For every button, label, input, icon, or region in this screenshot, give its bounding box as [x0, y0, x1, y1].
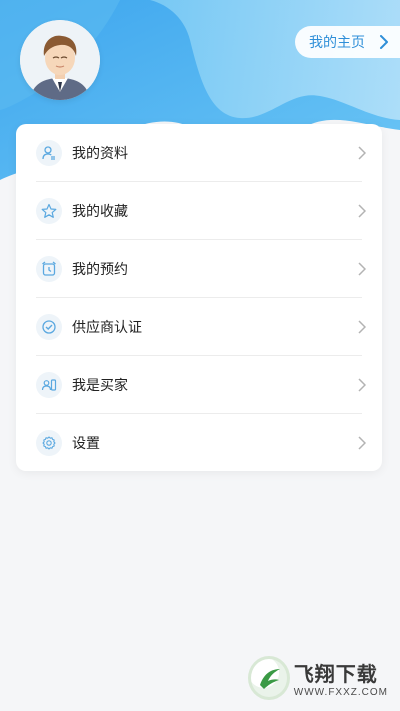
watermark-logo-icon — [248, 656, 290, 700]
menu-item-label: 我的资料 — [72, 144, 128, 161]
avatar[interactable] — [20, 20, 100, 100]
menu-item-supplier-certification[interactable]: 供应商认证 — [36, 298, 366, 356]
menu-item-label: 我是买家 — [72, 376, 128, 393]
menu-item-label: 我的收藏 — [72, 202, 128, 219]
avatar-illustration — [20, 20, 100, 100]
buyer-card-icon — [36, 371, 62, 398]
verified-badge-icon — [36, 313, 62, 340]
gear-icon — [36, 430, 62, 456]
menu-item-label: 我的预约 — [72, 260, 128, 277]
menu-item-appointments[interactable]: 我的预约 — [36, 240, 366, 298]
user-profile-icon — [36, 139, 62, 166]
chevron-right-icon — [358, 203, 366, 218]
menu-item-favorites[interactable]: 我的收藏 — [36, 182, 366, 240]
my-homepage-label: 我的主页 — [309, 34, 365, 50]
chevron-right-icon — [379, 35, 389, 49]
alarm-clock-icon — [36, 255, 62, 282]
profile-page: 我的主页 我的资料 我的收藏 我的预约 供应商认证 我是买家 设置 飞翔下载 W… — [0, 0, 400, 711]
star-icon — [36, 197, 62, 224]
menu-item-profile[interactable]: 我的资料 — [36, 124, 366, 182]
menu-item-buyer[interactable]: 我是买家 — [36, 356, 366, 414]
chevron-right-icon — [358, 261, 366, 276]
chevron-right-icon — [358, 436, 366, 450]
chevron-right-icon — [358, 319, 366, 334]
menu-item-label: 供应商认证 — [72, 318, 142, 335]
chevron-right-icon — [358, 145, 366, 160]
watermark-text: 飞翔下载 — [293, 664, 378, 686]
chevron-right-icon — [358, 377, 366, 392]
menu-card: 我的资料 我的收藏 我的预约 供应商认证 我是买家 设置 — [16, 124, 382, 471]
my-homepage-button[interactable]: 我的主页 — [295, 26, 400, 58]
menu-item-label: 设置 — [72, 435, 100, 451]
watermark: 飞翔下载 WWW.FXXZ.COM — [248, 655, 388, 701]
watermark-url: WWW.FXXZ.COM — [293, 687, 388, 698]
menu-item-settings[interactable]: 设置 — [36, 414, 366, 472]
